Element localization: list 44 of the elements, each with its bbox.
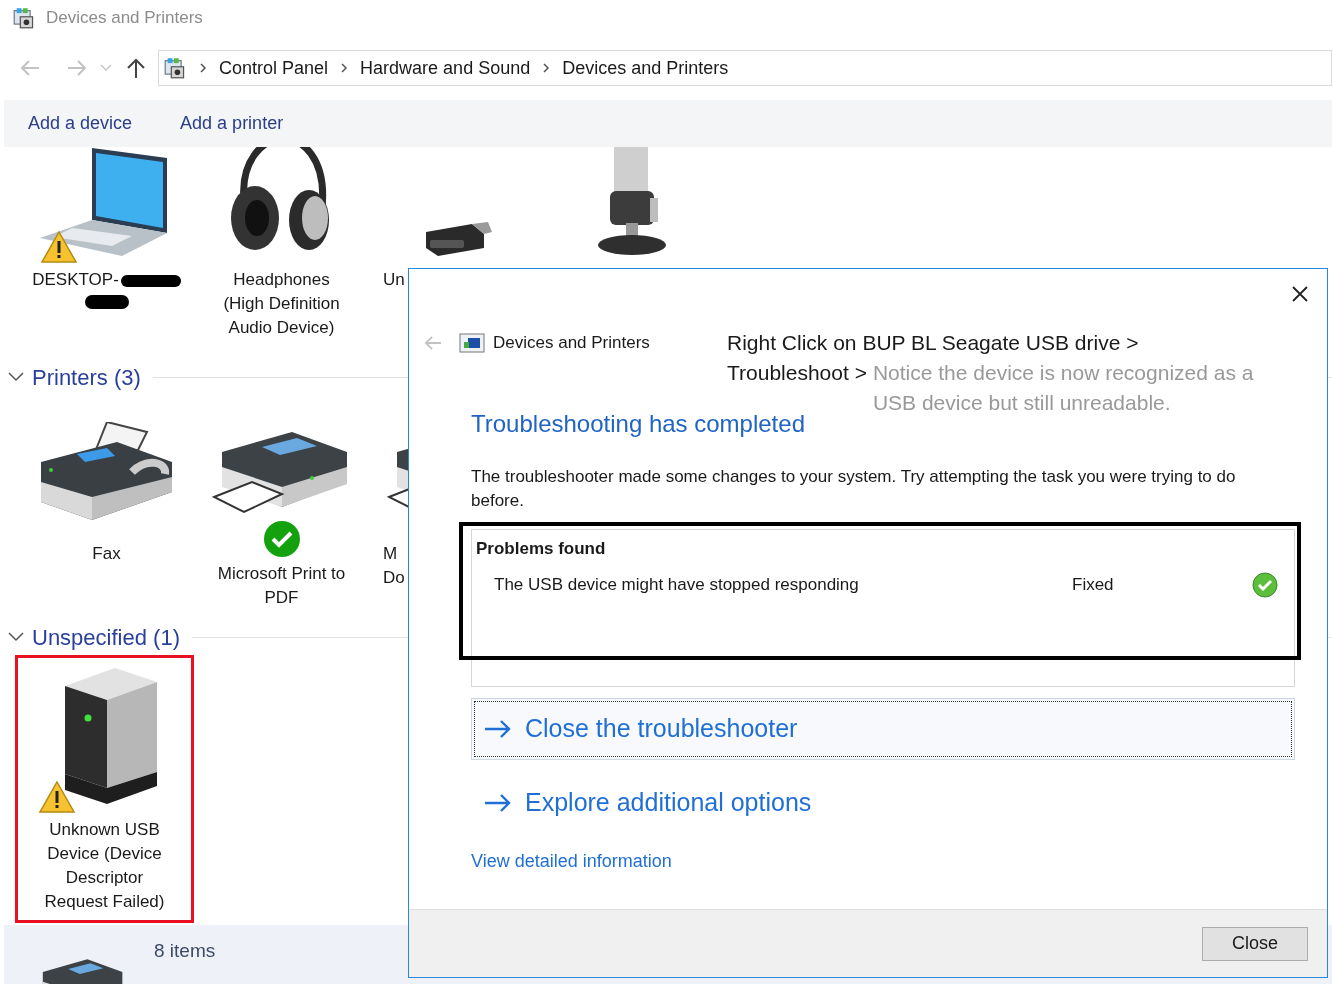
device-label[interactable]: Microsoft Print to PDF <box>217 562 346 610</box>
forward-icon <box>66 59 88 77</box>
toolbar-button[interactable]: Add a device <box>28 110 133 137</box>
devices-window-icon <box>459 333 485 353</box>
device-label[interactable]: Fax <box>92 542 121 566</box>
group-header[interactable]: Printers (3) <box>32 360 141 394</box>
dialog-message: The troubleshooter made some changes to your system. Try attempting the task you were trying to do before. <box>471 466 1237 512</box>
up-icon <box>126 57 146 79</box>
action-link[interactable]: Close the troubleshooter <box>471 698 1295 760</box>
window-title: Devices and Printers <box>46 7 203 30</box>
dialog-heading: Troubleshooting has completed <box>471 409 806 439</box>
arrow-icon <box>483 793 513 813</box>
device-label[interactable]: Unknown USB Device (Device Descriptor Request Failed) <box>44 818 165 914</box>
chevron-right-icon <box>541 62 552 74</box>
control-panel-icon <box>163 57 187 79</box>
chevron-right-icon <box>198 62 208 74</box>
action-link[interactable]: Explore additional options <box>471 772 1295 834</box>
chevron-right-icon <box>339 62 350 74</box>
back-icon <box>19 59 41 77</box>
problem-status: Fixed <box>1072 573 1115 596</box>
arrow-icon <box>483 719 513 739</box>
dialog-title: Devices and Printers <box>493 332 650 355</box>
panel-title: Problems found <box>476 538 607 560</box>
toolbar-button[interactable]: Add a printer <box>180 110 284 137</box>
details-link[interactable]: View detailed information <box>471 848 672 875</box>
device-label[interactable]: DESKTOP- <box>32 268 181 316</box>
control-panel-icon <box>12 7 36 29</box>
problem-text: The USB device might have stopped responding <box>494 573 860 596</box>
breadcrumb-item[interactable]: Control Panel <box>219 54 329 82</box>
annotation-text: Troubleshoot > <box>727 360 867 386</box>
device-label[interactable]: Un <box>369 268 405 292</box>
device-label[interactable]: Headphones (High Definition Audio Device) <box>223 268 340 340</box>
group-header[interactable]: Unspecified (1) <box>32 620 180 654</box>
dropdown-caret-icon <box>100 64 112 72</box>
device-label[interactable]: M Do <box>369 542 405 590</box>
close-button[interactable]: Close <box>1202 926 1308 961</box>
back-icon <box>423 335 443 351</box>
breadcrumb-item[interactable]: Hardware and Sound <box>360 54 531 82</box>
annotation-note: Notice the device is now recognized as a USB device but still unreadable. <box>872 360 1255 416</box>
close-icon <box>1291 285 1309 303</box>
annotation-text: Right Click on BUP BL Seagate USB drive > <box>727 330 1140 356</box>
address-bar[interactable]: Control Panel Hardware and Sound Devices and Printers <box>158 50 1332 86</box>
item-count: 8 items <box>154 939 216 963</box>
breadcrumb-item[interactable]: Devices and Printers <box>562 54 729 82</box>
